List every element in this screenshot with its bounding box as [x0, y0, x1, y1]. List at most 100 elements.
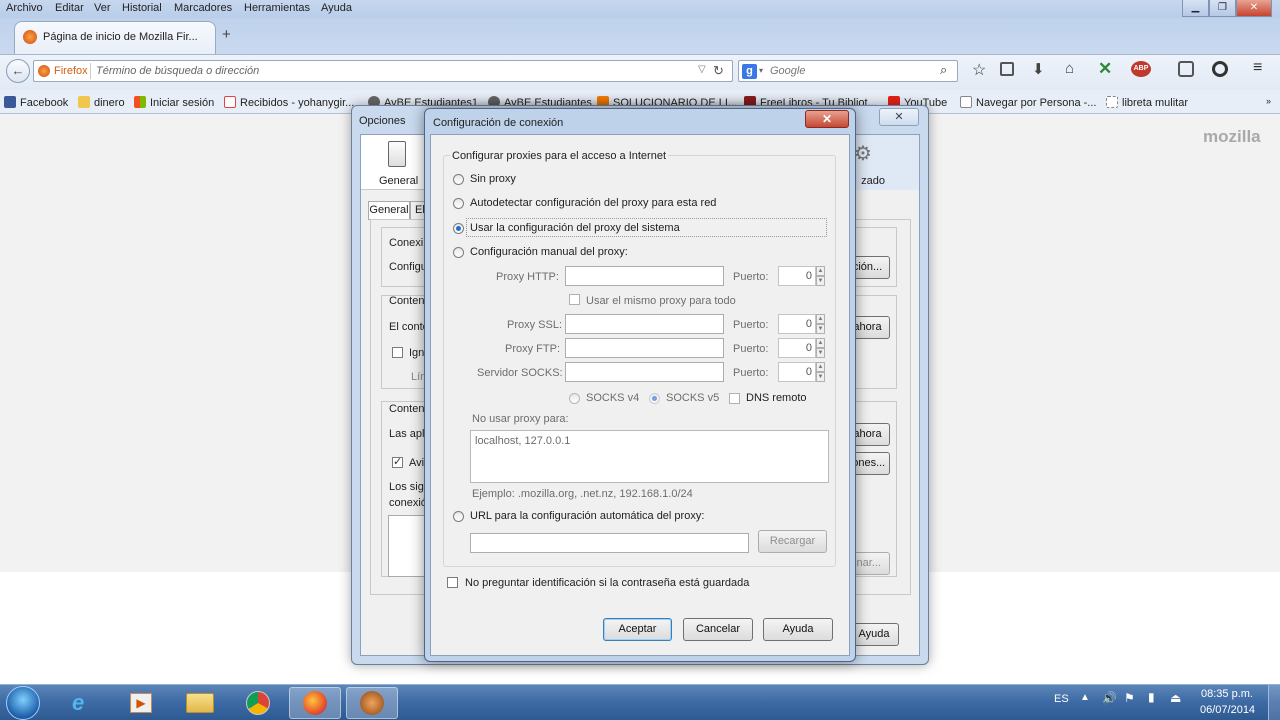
bookmark-iniciar-sesion[interactable]: Iniciar sesión	[134, 96, 214, 109]
pane-general[interactable]: General	[379, 175, 418, 187]
menu-herramientas[interactable]: Herramientas	[244, 2, 310, 14]
taskbar-app[interactable]	[346, 687, 398, 719]
show-desktop-button[interactable]	[1268, 685, 1280, 720]
override-cache-checkbox[interactable]	[392, 347, 403, 358]
spin-up-icon[interactable]: ▲	[816, 314, 825, 324]
extension-x-icon[interactable]: ✕	[1098, 59, 1112, 79]
label-socks-v4: SOCKS v4	[586, 392, 640, 404]
bookmark-star-icon[interactable]: ☆	[972, 60, 986, 80]
taskbar-media-player[interactable]: ▶	[114, 687, 166, 719]
http-port-spinner[interactable]: 0 ▲ ▼	[778, 266, 826, 286]
warn-checkbox[interactable]	[392, 455, 403, 468]
facebook-icon	[4, 96, 16, 108]
bookmark-dinero[interactable]: dinero	[78, 96, 125, 109]
remote-dns-checkbox[interactable]	[729, 393, 740, 404]
label-no-proxy: Sin proxy	[470, 173, 516, 185]
extension-icon[interactable]	[1178, 61, 1194, 77]
same-proxy-checkbox[interactable]	[569, 294, 580, 305]
new-tab-button[interactable]: +	[222, 26, 231, 43]
bookmark-gmail[interactable]: Recibidos - yohanygir...	[224, 96, 354, 109]
no-proxy-textarea[interactable]: localhost, 127.0.0.1	[470, 430, 829, 483]
tab-mozilla-home[interactable]: Página de inicio de Mozilla Fir...	[14, 21, 216, 54]
clock-date[interactable]: 06/07/2014	[1200, 704, 1255, 716]
minimize-icon[interactable]: ▁	[1182, 0, 1209, 17]
spin-up-icon[interactable]: ▲	[816, 362, 825, 372]
ssl-proxy-input[interactable]	[565, 314, 724, 334]
taskbar: e ▶ ES ▲ 🔊 ⚑ ▮ ⏏ 08:35 p.m. 06/07/2014	[0, 684, 1280, 720]
spin-down-icon[interactable]: ▼	[816, 348, 825, 358]
menu-editar[interactable]: Editar	[55, 2, 84, 14]
spin-down-icon[interactable]: ▼	[816, 372, 825, 382]
options-close-icon[interactable]: ✕	[879, 108, 919, 126]
toolbar-icons: ☆ ⬇ ⌂ ✕ ABP ≡	[968, 59, 1268, 82]
spin-up-icon[interactable]: ▲	[816, 266, 825, 276]
general-pane-icon[interactable]	[388, 141, 406, 167]
menu-historial[interactable]: Historial	[122, 2, 162, 14]
start-button[interactable]	[6, 686, 40, 720]
socks-port-value[interactable]: 0	[778, 362, 816, 382]
bookmarks-menu-icon[interactable]	[1000, 62, 1014, 76]
menu-archivo[interactable]: Archivo	[6, 2, 43, 14]
socks-port-spinner[interactable]: 0 ▲ ▼	[778, 362, 826, 382]
clock-time[interactable]: 08:35 p.m.	[1201, 688, 1253, 700]
taskbar-ie[interactable]: e	[58, 687, 110, 719]
taskbar-explorer[interactable]	[174, 687, 226, 719]
cancel-button[interactable]: Cancelar	[683, 618, 753, 641]
url-dropdown-icon[interactable]: ▽	[698, 64, 706, 75]
usb-icon[interactable]: ⏏	[1170, 691, 1181, 705]
radio-socks-v4[interactable]	[569, 393, 580, 404]
ftp-port-spinner[interactable]: 0 ▲ ▼	[778, 338, 826, 358]
radio-auto-detect[interactable]	[453, 198, 464, 209]
search-engine-dropdown-icon[interactable]: ▾	[759, 66, 763, 75]
spin-down-icon[interactable]: ▼	[816, 276, 825, 286]
volume-icon[interactable]: 🔊	[1102, 691, 1117, 705]
back-icon[interactable]: ←	[6, 59, 30, 83]
search-bar[interactable]: g ▾ Google ⌕	[738, 60, 958, 82]
window-close-icon[interactable]: ✕	[1236, 0, 1272, 17]
radio-pac-url[interactable]	[453, 511, 464, 522]
http-port-value[interactable]: 0	[778, 266, 816, 286]
menu-hamburger-icon[interactable]: ≡	[1253, 59, 1262, 77]
spin-up-icon[interactable]: ▲	[816, 338, 825, 348]
network-icon[interactable]: ▮	[1148, 690, 1155, 704]
taskbar-firefox[interactable]	[289, 687, 341, 719]
tray-up-icon[interactable]: ▲	[1080, 692, 1090, 703]
bookmarks-overflow-icon[interactable]: »	[1266, 96, 1271, 106]
ok-button[interactable]: Aceptar	[603, 618, 672, 641]
bookmark-navegar[interactable]: Navegar por Persona -...	[960, 96, 1096, 109]
options-help-button[interactable]: Ayuda	[849, 623, 899, 646]
radio-socks-v5[interactable]	[649, 393, 660, 404]
radio-manual-proxy[interactable]	[453, 247, 464, 258]
radio-no-proxy[interactable]	[453, 174, 464, 185]
ssl-port-value[interactable]: 0	[778, 314, 816, 334]
pac-url-input[interactable]	[470, 533, 749, 553]
downloads-icon[interactable]: ⬇	[1032, 60, 1045, 78]
menu-ayuda[interactable]: Ayuda	[321, 2, 352, 14]
reload-button[interactable]: Recargar	[758, 530, 827, 553]
search-icon[interactable]: ⌕	[940, 62, 947, 78]
action-center-icon[interactable]: ⚑	[1124, 691, 1135, 705]
socks-host-input[interactable]	[565, 362, 724, 382]
options-tab-general[interactable]: General	[368, 201, 410, 220]
home-icon[interactable]: ⌂	[1065, 60, 1074, 77]
ssl-port-spinner[interactable]: 0 ▲ ▼	[778, 314, 826, 334]
menu-ver[interactable]: Ver	[94, 2, 111, 14]
http-proxy-input[interactable]	[565, 266, 724, 286]
menu-marcadores[interactable]: Marcadores	[174, 2, 232, 14]
url-bar[interactable]: Firefox Término de búsqueda o dirección …	[33, 60, 733, 82]
bookmark-facebook[interactable]: Facebook	[4, 96, 68, 109]
ftp-port-value[interactable]: 0	[778, 338, 816, 358]
restore-icon[interactable]: ❐	[1209, 0, 1236, 17]
ftp-proxy-input[interactable]	[565, 338, 724, 358]
sync-icon[interactable]	[1212, 61, 1228, 77]
spin-down-icon[interactable]: ▼	[816, 324, 825, 334]
reload-icon[interactable]: ↻	[713, 63, 724, 79]
radio-system-proxy[interactable]	[453, 223, 464, 234]
adblock-icon[interactable]: ABP	[1131, 61, 1151, 77]
help-button[interactable]: Ayuda	[763, 618, 833, 641]
dialog-close-button[interactable]: ✕	[805, 110, 849, 128]
bookmark-libreta[interactable]: libreta mulitar	[1106, 96, 1188, 109]
language-indicator[interactable]: ES	[1054, 693, 1069, 705]
no-ask-auth-checkbox[interactable]	[447, 577, 458, 588]
taskbar-chrome[interactable]	[232, 687, 284, 719]
